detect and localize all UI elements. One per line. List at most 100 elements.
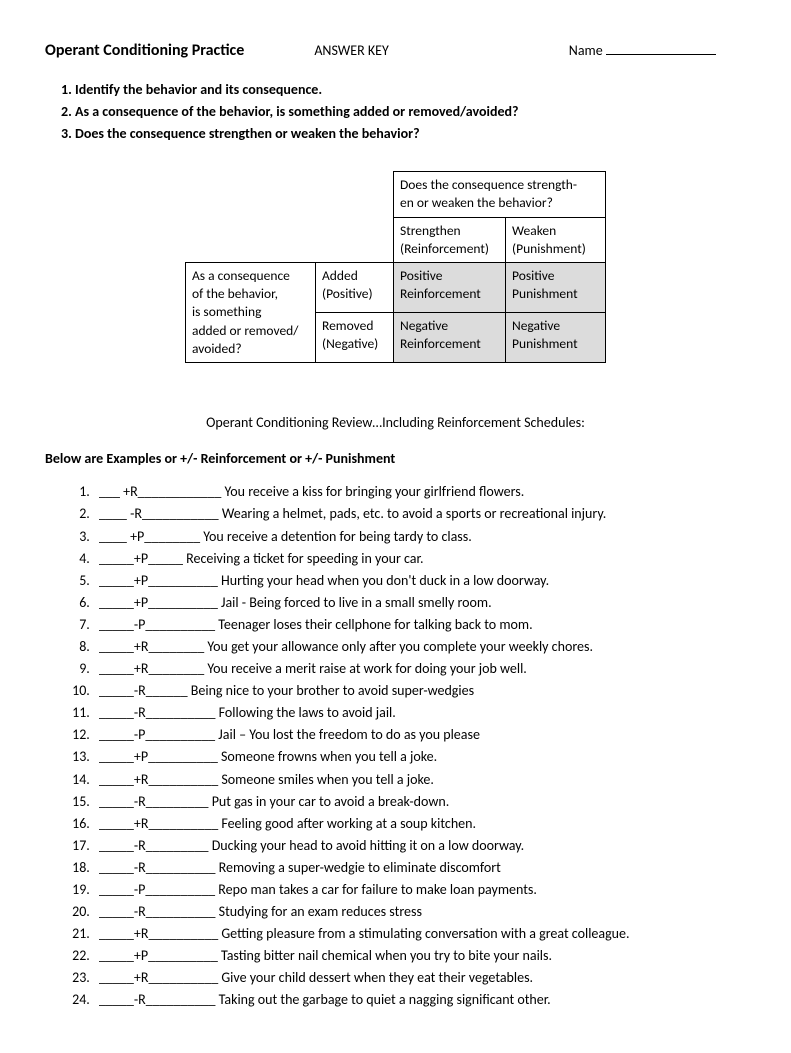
answer-code: -R	[134, 837, 146, 854]
example-item: _____-R__________ Following the laws to …	[93, 703, 746, 723]
example-item: _____-R_________ Put gas in your car to …	[93, 792, 746, 812]
blank-prefix: _____	[99, 726, 134, 743]
example-item: _____-P__________ Jail – You lost the fr…	[93, 725, 746, 745]
answer-code: +P	[130, 528, 144, 545]
blank-prefix: _____	[99, 660, 134, 677]
blank-line: __________	[148, 925, 218, 942]
answer-code: +P	[134, 594, 148, 611]
answer-code: +R	[134, 969, 149, 986]
blank-line: __________	[146, 991, 216, 1008]
table-col-strengthen: Strengthen (Reinforcement)	[394, 217, 506, 262]
operant-table: Does the consequence strength- en or wea…	[185, 171, 606, 363]
blank-prefix: _____	[99, 793, 134, 810]
example-item: _____-R__________ Taking out the garbage…	[93, 990, 746, 1010]
example-text: You get your allowance only after you co…	[204, 638, 593, 655]
example-text: Tasting bitter nail chemical when you tr…	[218, 947, 552, 964]
blank-line: __________	[145, 726, 215, 743]
blank-prefix: _____	[99, 991, 134, 1008]
answer-code: +P	[134, 550, 148, 567]
answer-code: -R	[134, 682, 146, 699]
blank-line: __________	[148, 947, 218, 964]
header-row: Operant Conditioning Practice ANSWER KEY…	[45, 40, 746, 62]
example-item: _____+R__________ Give your child desser…	[93, 968, 746, 988]
subheading: Operant Conditioning Review…Including Re…	[45, 413, 746, 433]
example-item: ___ +R____________ You receive a kiss fo…	[93, 482, 746, 502]
example-item: _____+R________ You get your allowance o…	[93, 637, 746, 657]
blank-prefix: _____	[99, 682, 134, 699]
table-col-weaken: Weaken (Punishment)	[506, 217, 606, 262]
instructions-list: Identify the behavior and its consequenc…	[75, 80, 746, 143]
blank-prefix: _____	[99, 616, 134, 633]
example-text: Following the laws to avoid jail.	[216, 704, 396, 721]
example-item: _____+P__________ Someone frowns when yo…	[93, 747, 746, 767]
blank-prefix: _____	[99, 837, 134, 854]
blank-prefix: _____	[99, 859, 134, 876]
cell-negative-punishment: Negative Punishment	[506, 313, 606, 363]
example-item: _____-P__________ Teenager loses their c…	[93, 615, 746, 635]
blank-prefix: ____	[99, 505, 130, 522]
blank-prefix: _____	[99, 771, 134, 788]
example-text: Getting pleasure from a stimulating conv…	[218, 925, 629, 942]
table-row-header: As a consequence of the behavior, is som…	[186, 263, 316, 363]
answer-code: +R	[123, 483, 138, 500]
answer-code: +P	[134, 947, 148, 964]
blank-line: _________	[146, 837, 209, 854]
example-item: ____ -R___________ Wearing a helmet, pad…	[93, 504, 746, 524]
page-title: Operant Conditioning Practice	[45, 40, 244, 62]
example-text: Taking out the garbage to quiet a naggin…	[216, 991, 551, 1008]
blank-line: __________	[146, 704, 216, 721]
answer-code: +R	[134, 925, 149, 942]
name-label: Name	[569, 41, 716, 61]
section-title: Below are Examples or +/- Reinforcement …	[45, 449, 746, 469]
example-text: Being nice to your brother to avoid supe…	[188, 682, 474, 699]
blank-line: __________	[145, 881, 215, 898]
blank-line: ________	[144, 528, 200, 545]
answer-code: +P	[134, 572, 148, 589]
blank-line: __________	[145, 616, 215, 633]
blank-line: __________	[148, 771, 218, 788]
example-item: _____+P__________ Hurting your head when…	[93, 571, 746, 591]
blank-prefix: _____	[99, 947, 134, 964]
blank-prefix: _____	[99, 704, 134, 721]
blank-line: ________	[148, 638, 204, 655]
answer-code: -P	[134, 881, 146, 898]
example-item: _____-P__________ Repo man takes a car f…	[93, 880, 746, 900]
example-text: Wearing a helmet, pads, etc. to avoid a …	[219, 505, 607, 522]
answer-code: -R	[134, 859, 146, 876]
example-text: You receive a detention for being tardy …	[200, 528, 472, 545]
instruction-item: As a consequence of the behavior, is som…	[75, 102, 746, 122]
blank-prefix: _____	[99, 594, 134, 611]
blank-line: __________	[146, 903, 216, 920]
blank-line: __________	[148, 969, 218, 986]
blank-line: __________	[148, 748, 218, 765]
blank-line: __________	[148, 572, 218, 589]
blank-prefix: ____	[99, 528, 130, 545]
example-item: _____-R_________ Ducking your head to av…	[93, 836, 746, 856]
blank-prefix: _____	[99, 925, 134, 942]
example-text: Hurting your head when you don't duck in…	[218, 572, 549, 589]
example-item: _____-R______ Being nice to your brother…	[93, 681, 746, 701]
example-text: Someone smiles when you tell a joke.	[218, 771, 434, 788]
example-text: Jail – You lost the freedom to do as you…	[215, 726, 480, 743]
answer-code: -R	[134, 704, 146, 721]
blank-prefix: _____	[99, 638, 134, 655]
blank-line: __________	[148, 815, 218, 832]
blank-line: _________	[146, 793, 209, 810]
example-text: Removing a super-wedgie to eliminate dis…	[216, 859, 501, 876]
example-item: _____+P_____ Receiving a ticket for spee…	[93, 549, 746, 569]
blank-line: _____	[148, 550, 183, 567]
blank-prefix: _____	[99, 572, 134, 589]
blank-prefix: _____	[99, 903, 134, 920]
example-item: _____+R________ You receive a merit rais…	[93, 659, 746, 679]
blank-prefix: _____	[99, 969, 134, 986]
blank-line: ___________	[142, 505, 219, 522]
blank-prefix: _____	[99, 815, 134, 832]
answer-code: -R	[134, 903, 146, 920]
cell-positive-reinforcement: Positive Reinforcement	[394, 263, 506, 313]
example-item: _____+R__________ Someone smiles when yo…	[93, 770, 746, 790]
blank-prefix: _____	[99, 550, 134, 567]
example-text: Give your child dessert when they eat th…	[218, 969, 533, 986]
answer-code: +R	[134, 771, 149, 788]
example-item: _____-R__________ Removing a super-wedgi…	[93, 858, 746, 878]
example-text: Jail - Being forced to live in a small s…	[218, 594, 492, 611]
